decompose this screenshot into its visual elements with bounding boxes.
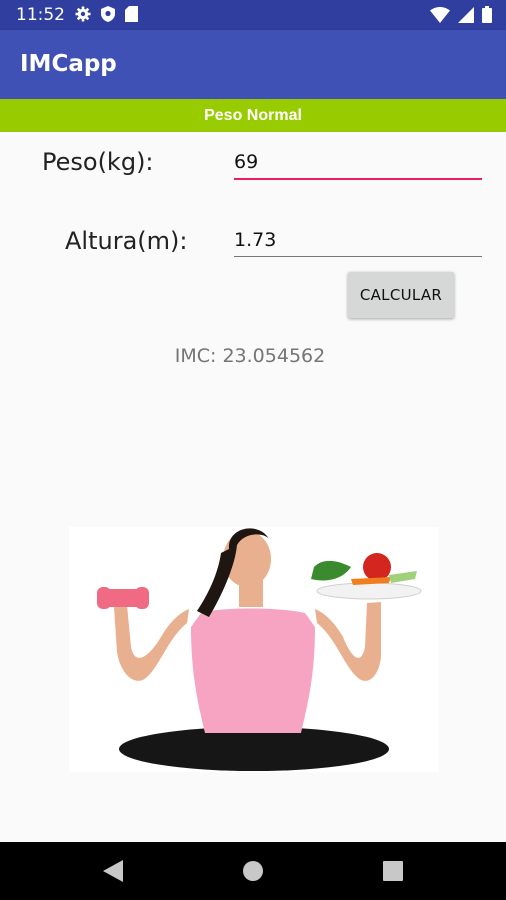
home-icon[interactable] [239, 857, 267, 885]
battery-icon [482, 6, 492, 23]
status-bar: 11:52 [0, 0, 506, 30]
peso-input[interactable] [234, 148, 482, 180]
imc-result-text: IMC: 23.054562 [174, 345, 326, 367]
calculate-button[interactable]: CALCULAR [348, 272, 454, 318]
app-bar: IMCapp [0, 30, 506, 99]
fitness-woman-image [69, 527, 439, 772]
altura-label: Altura(m): [65, 227, 188, 255]
sd-card-icon [125, 6, 138, 22]
peso-label: Peso(kg): [42, 148, 154, 176]
back-icon[interactable] [99, 857, 127, 885]
status-system-icons [430, 6, 492, 23]
altura-input[interactable] [234, 226, 482, 257]
recents-icon[interactable] [379, 857, 407, 885]
navigation-bar [0, 842, 506, 900]
wifi-icon [430, 6, 450, 23]
cellular-signal-icon [458, 6, 474, 23]
gear-icon [75, 6, 91, 22]
result-banner: Peso Normal [0, 99, 506, 132]
status-notification-icons [75, 6, 138, 22]
app-title: IMCapp [20, 51, 117, 77]
shield-icon [101, 6, 115, 22]
status-time: 11:52 [16, 5, 65, 25]
